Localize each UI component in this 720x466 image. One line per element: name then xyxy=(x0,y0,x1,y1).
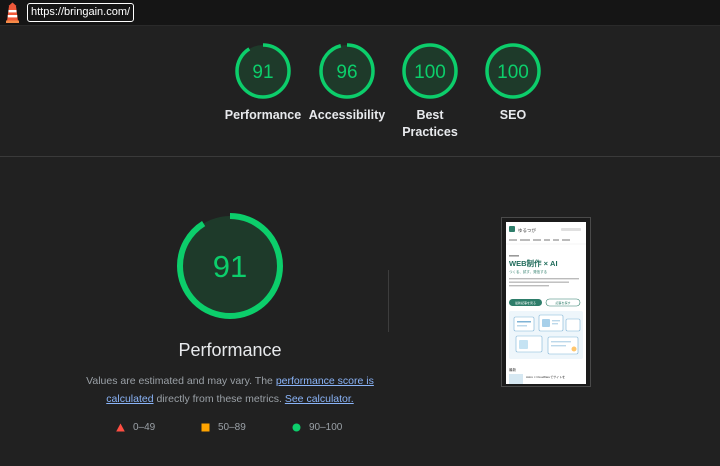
gauge-best-practices-score: 100 xyxy=(414,62,446,83)
gauge-accessibility-label: Accessibility xyxy=(308,108,386,122)
gauge-performance[interactable]: 91 Performance xyxy=(221,42,305,124)
triangle-icon xyxy=(116,423,125,432)
legend-pass-range: 90–100 xyxy=(309,422,343,433)
legend-pass: 90–100 xyxy=(292,422,342,433)
gauge-seo-label: SEO xyxy=(499,108,527,122)
thumb-article-title: Astro × Cloudflareでサイトを xyxy=(526,374,565,379)
gauge-performance-ring: 91 xyxy=(235,43,291,99)
gauge-best-practices-ring: 100 xyxy=(402,43,458,99)
url-display[interactable]: https://bringain.com/ xyxy=(27,3,135,22)
section-divider xyxy=(0,156,720,157)
main-performance-score: 91 xyxy=(213,249,247,284)
gauge-accessibility[interactable]: 96 Accessibility xyxy=(305,42,389,124)
gauge-seo[interactable]: 100 SEO xyxy=(471,42,555,124)
see-calculator-link[interactable]: See calculator. xyxy=(285,393,354,405)
gauge-accessibility-score: 96 xyxy=(336,62,357,83)
gauge-best-practices-label: Best Practices xyxy=(402,108,458,139)
gauge-accessibility-ring: 96 xyxy=(319,43,375,99)
thumb-btn-secondary: 記事を探す xyxy=(555,300,570,305)
thumb-section-label: 最新 xyxy=(509,367,517,372)
performance-description: Values are estimated and may vary. The p… xyxy=(82,372,378,408)
description-text-middle: directly from these metrics. xyxy=(156,393,282,405)
main-performance-gauge: 91 xyxy=(177,213,283,319)
vertical-divider xyxy=(388,270,389,332)
square-icon xyxy=(201,423,210,432)
gauge-seo-score: 100 xyxy=(497,62,529,83)
main-performance-title: Performance xyxy=(178,340,282,360)
final-screenshot-thumbnail[interactable]: ゆるつが WEB制作 × AI つくる、試す、発信する 最新記事を見る 記事を探… xyxy=(501,217,591,387)
gauge-seo-ring: 100 xyxy=(485,43,541,99)
gauge-best-practices[interactable]: 100 Best Practices xyxy=(388,42,472,141)
circle-icon xyxy=(292,423,301,432)
gauge-performance-label: Performance xyxy=(224,108,302,122)
thumb-subheading: つくる、試す、発信する xyxy=(509,269,547,274)
thumb-site-name: ゆるつが xyxy=(518,227,536,234)
legend-fail: 0–49 xyxy=(116,422,155,433)
site-preview-image: ゆるつが WEB制作 × AI つくる、試す、発信する 最新記事を見る 記事を探… xyxy=(506,226,586,384)
thumb-heading: WEB制作 × AI xyxy=(509,258,558,268)
thumb-btn-primary: 最新記事を見る xyxy=(515,300,536,305)
legend-fail-range: 0–49 xyxy=(133,422,156,433)
lighthouse-logo-icon xyxy=(4,2,21,23)
gauge-performance-score: 91 xyxy=(252,62,273,83)
top-bar: https://bringain.com/ xyxy=(0,0,720,26)
thumbnail-screen: ゆるつが WEB制作 × AI つくる、試す、発信する 最新記事を見る 記事を探… xyxy=(506,222,586,384)
legend-average: 50–89 xyxy=(201,422,246,433)
description-text: Values are estimated and may vary. The xyxy=(86,375,273,387)
legend-average-range: 50–89 xyxy=(218,422,246,433)
